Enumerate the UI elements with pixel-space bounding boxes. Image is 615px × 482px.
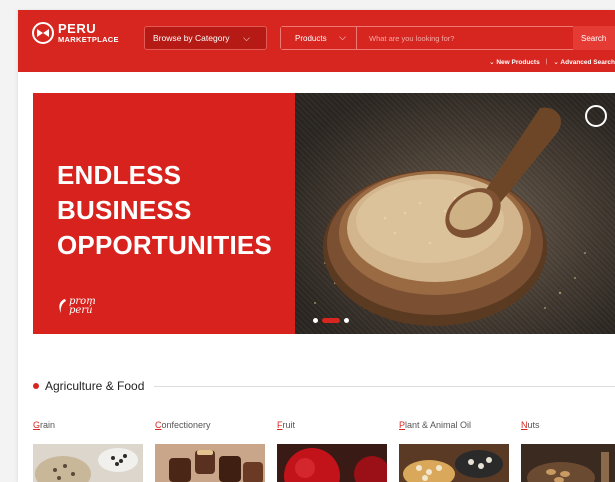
hero-banner[interactable]: ENDLESS BUSINESS OPPORTUNITIES prom perú — [33, 93, 615, 334]
headline-line-1: ENDLESS — [57, 160, 182, 190]
logo-text-marketplace: MARKETPLACE — [58, 35, 119, 45]
headline-line-2: BUSINESS — [57, 195, 192, 225]
section-bullet-icon — [33, 383, 39, 389]
headline-line-3: OPPORTUNITIES — [57, 230, 272, 260]
category-image-grain[interactable] — [33, 444, 143, 482]
carousel-indicators — [313, 318, 349, 323]
promperu-text-2: perú — [69, 305, 93, 316]
promperu-swirl-icon — [59, 299, 66, 313]
search-bar: Products ⌵ Search — [280, 26, 615, 50]
category-plant-animal-oil[interactable]: Plant & Animal Oil — [399, 420, 511, 482]
advanced-search-link[interactable]: ⌄ Advanced Search — [553, 58, 615, 66]
category-fruit[interactable]: Fruit — [277, 420, 389, 482]
search-input[interactable] — [359, 28, 559, 48]
banner-headline: ENDLESS BUSINESS OPPORTUNITIES — [57, 158, 272, 263]
category-image-confectionery[interactable] — [155, 444, 265, 482]
peru-brand-watermark-icon — [585, 105, 607, 127]
page: PERU MARKETPLACE Browse by Category ⌵ Pr… — [18, 10, 615, 482]
chevron-down-icon: ⌵ — [339, 32, 346, 42]
link-separator: | — [545, 58, 548, 65]
category-grain[interactable]: Grain — [33, 420, 145, 482]
site-header: PERU MARKETPLACE Browse by Category ⌵ Pr… — [18, 10, 615, 72]
chevron-down-icon: ⌵ — [243, 33, 250, 43]
category-label: Plant & Animal Oil — [399, 420, 472, 430]
peru-marketplace-logo[interactable]: PERU MARKETPLACE — [32, 22, 119, 44]
search-category-label: Products — [295, 33, 327, 43]
category-nuts[interactable]: Nuts — [521, 420, 615, 482]
browse-label: Browse by Category — [153, 33, 230, 43]
header-sublinks: ⌄ New Products | ⌄ Advanced Search — [489, 58, 615, 66]
category-label: Nuts — [521, 420, 540, 430]
carousel-dot[interactable] — [344, 318, 349, 323]
browse-by-category-button[interactable]: Browse by Category ⌵ — [144, 26, 267, 50]
peru-logo-icon — [32, 22, 54, 44]
new-products-link[interactable]: ⌄ New Products — [489, 58, 540, 66]
category-image-fruit[interactable] — [277, 444, 387, 482]
category-image-nuts[interactable] — [521, 444, 615, 482]
banner-red-panel: ENDLESS BUSINESS OPPORTUNITIES prom perú — [33, 93, 295, 334]
logo-text-peru: PERU — [58, 21, 97, 37]
search-category-select[interactable]: Products ⌵ — [281, 27, 357, 49]
section-title: Agriculture & Food — [45, 379, 145, 393]
category-label: Confectionery — [155, 420, 211, 430]
search-button[interactable]: Search — [573, 26, 615, 50]
category-label: Fruit — [277, 420, 296, 430]
category-confectionery[interactable]: Confectionery — [155, 420, 267, 482]
carousel-dot-active[interactable] — [322, 318, 340, 323]
promperu-logo: prom perú — [57, 297, 96, 316]
section-agriculture-food: Agriculture & Food — [33, 379, 615, 393]
section-divider — [154, 385, 615, 387]
banner-photo-quinoa-bowl — [295, 93, 615, 334]
category-row: Grain Confectionery Fruit Plant & Animal… — [33, 420, 615, 482]
category-label: Grain — [33, 420, 56, 430]
carousel-dot[interactable] — [313, 318, 318, 323]
category-image-oil[interactable] — [399, 444, 509, 482]
